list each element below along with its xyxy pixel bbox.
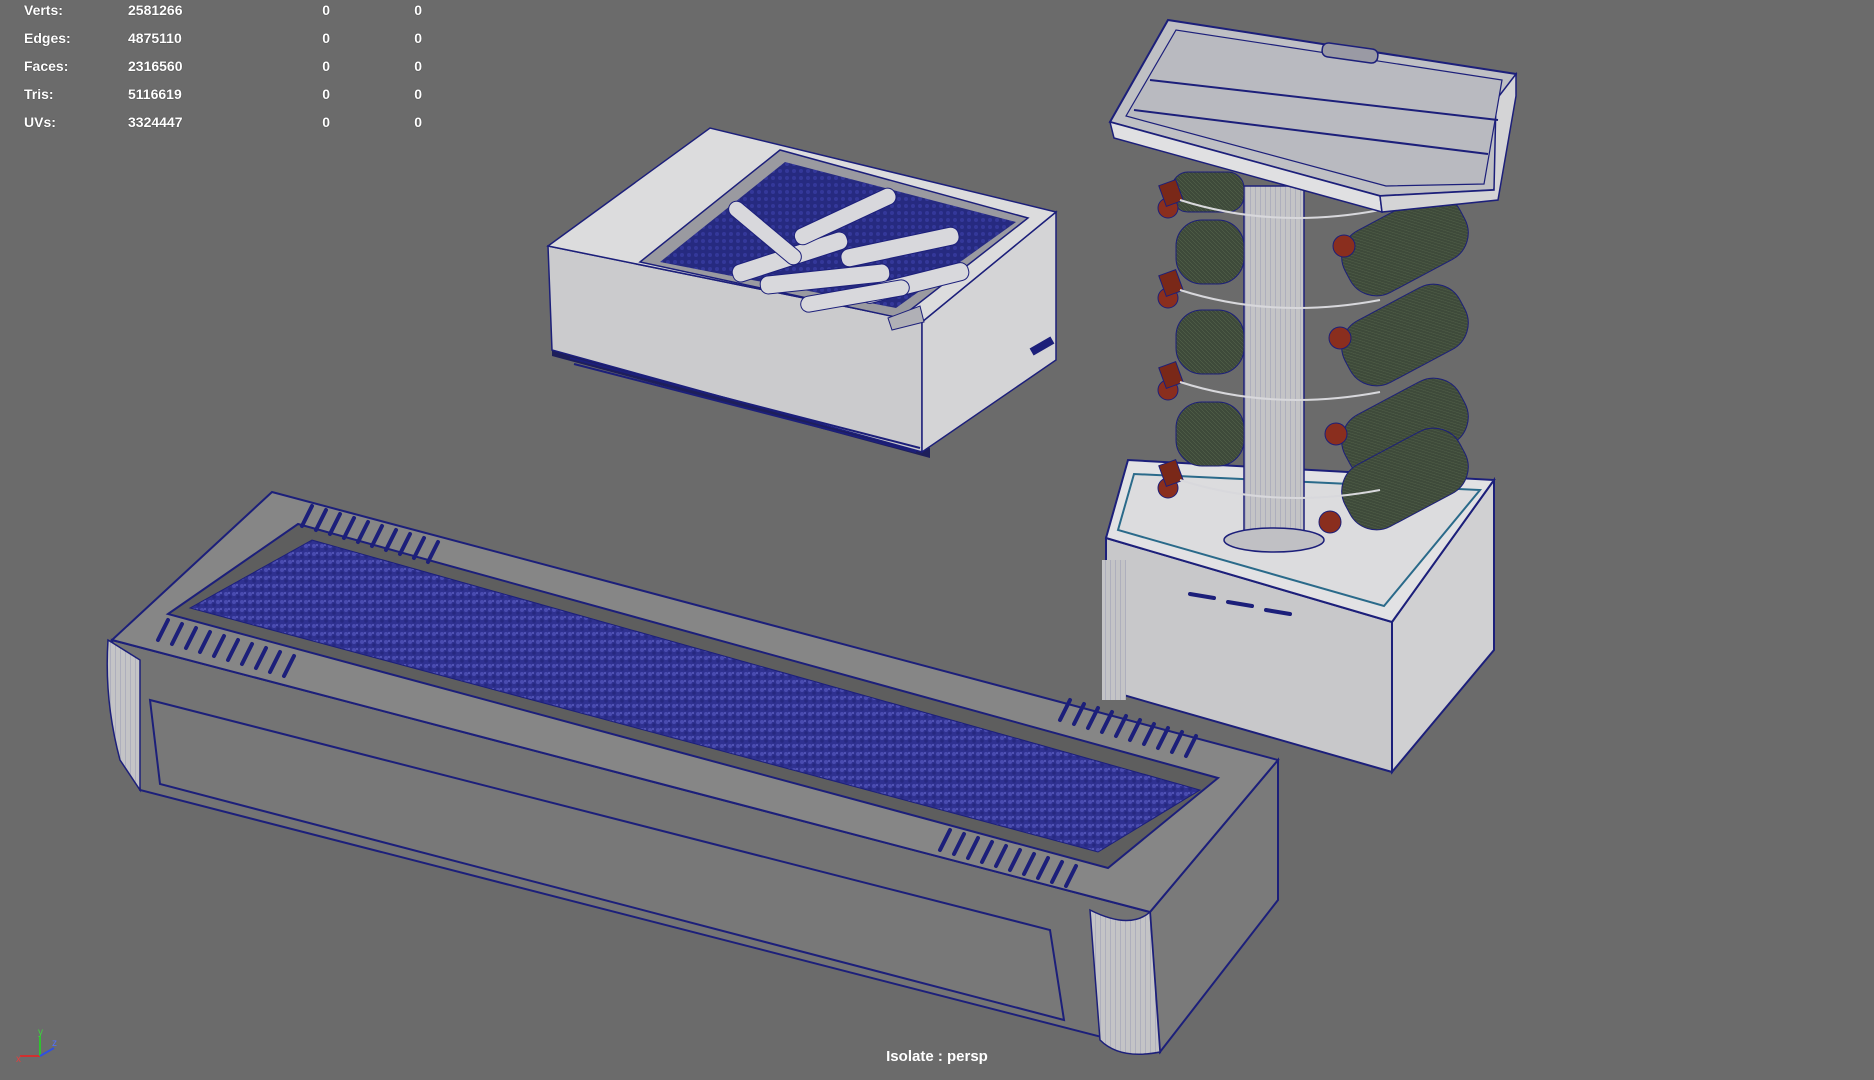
hud-row-uvs: UVs: 3324447 0 0 bbox=[24, 108, 422, 136]
hud-components: 0 bbox=[414, 30, 422, 46]
3d-viewport[interactable]: Verts: 2581266 0 0 Edges: 4875110 0 0 Fa… bbox=[0, 0, 1874, 1080]
hud-total: 5116619 bbox=[128, 86, 182, 102]
hud-selected: 0 bbox=[322, 30, 330, 46]
hud-selected: 0 bbox=[322, 58, 330, 74]
wine-tower-model[interactable] bbox=[1102, 18, 1518, 775]
hud-total: 2316560 bbox=[128, 58, 183, 74]
hud-label: Faces: bbox=[24, 58, 69, 74]
hud-row-tris: Tris: 5116619 0 0 bbox=[24, 80, 422, 108]
poly-count-hud: Verts: 2581266 0 0 Edges: 4875110 0 0 Fa… bbox=[24, 0, 422, 136]
ice-chest-model[interactable] bbox=[546, 127, 1058, 458]
hud-label: UVs: bbox=[24, 114, 56, 130]
hud-total: 3324447 bbox=[128, 114, 183, 130]
axis-y-label: y bbox=[38, 1027, 43, 1038]
hud-components: 0 bbox=[414, 58, 422, 74]
hud-label: Edges: bbox=[24, 30, 71, 46]
hud-row-edges: Edges: 4875110 0 0 bbox=[24, 24, 422, 52]
hud-components: 0 bbox=[414, 114, 422, 130]
hud-total: 2581266 bbox=[128, 2, 183, 18]
hud-total: 4875110 bbox=[128, 30, 182, 46]
tower-bottles-right bbox=[1318, 193, 1469, 534]
hud-components: 0 bbox=[414, 2, 422, 18]
hud-label: Tris: bbox=[24, 86, 54, 102]
isolate-camera-label: Isolate : persp bbox=[886, 1048, 988, 1065]
hud-selected: 0 bbox=[322, 114, 330, 130]
scene-canvas[interactable] bbox=[0, 0, 1874, 1080]
hud-selected: 0 bbox=[322, 2, 330, 18]
hud-components: 0 bbox=[414, 86, 422, 102]
hud-label: Verts: bbox=[24, 2, 63, 18]
hud-row-faces: Faces: 2316560 0 0 bbox=[24, 52, 422, 80]
hud-row-verts: Verts: 2581266 0 0 bbox=[24, 0, 422, 24]
tower-bottles-left bbox=[1157, 171, 1245, 499]
hud-selected: 0 bbox=[322, 86, 330, 102]
